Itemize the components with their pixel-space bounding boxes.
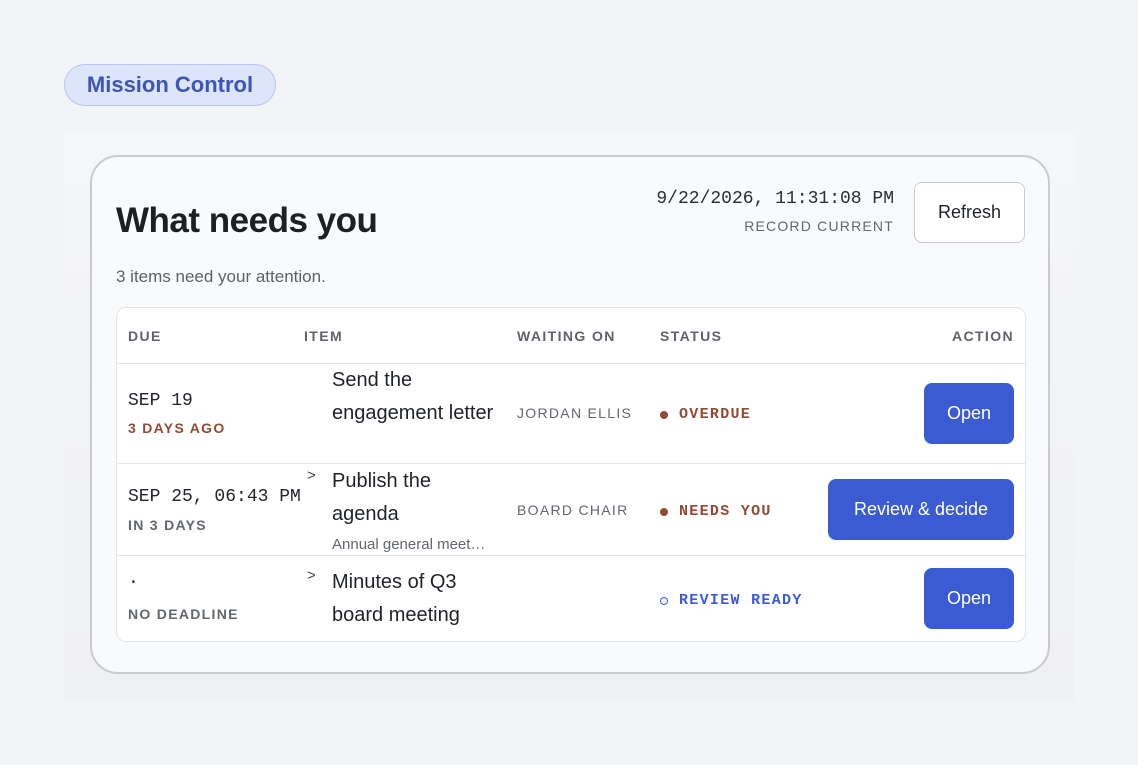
column-header-action: ACTION (951, 328, 1014, 344)
status-badge: REVIEW READY (660, 592, 803, 609)
item-title: Publish the agenda (332, 470, 431, 525)
item-subtitle: Annual general meet… (332, 536, 486, 553)
due-relative: NO DEADLINE (128, 606, 239, 622)
chevron-right-icon[interactable]: > (307, 567, 316, 584)
attention-table: DUE ITEM WAITING ON STATUS ACTION SEP 19… (116, 307, 1026, 642)
open-button[interactable]: Open (924, 383, 1014, 444)
record-status: RECORD CURRENT (744, 218, 894, 234)
refresh-button[interactable]: Refresh (914, 182, 1025, 243)
dot-icon (660, 410, 668, 419)
attention-card: What needs you 3 items need your attenti… (90, 155, 1050, 674)
due-relative: IN 3 DAYS (128, 517, 207, 533)
open-button[interactable]: Open (924, 568, 1014, 629)
status-badge: OVERDUE (660, 406, 751, 423)
status-label: NEEDS YOU (679, 503, 772, 520)
due-date: · (128, 573, 139, 593)
status-label: REVIEW READY (679, 592, 803, 609)
page-title: What needs you (116, 201, 378, 240)
table-row: > · NO DEADLINE Minutes of Q3 board meet… (117, 555, 1025, 641)
item-title: Send the engagement letter (332, 369, 494, 424)
item-title: Minutes of Q3 board meeting (332, 571, 460, 626)
table-row: SEP 19 3 DAYS AGO Send the engagement le… (117, 363, 1025, 463)
review-decide-button[interactable]: Review & decide (828, 479, 1014, 540)
column-header-item: ITEM (304, 328, 344, 344)
status-badge: NEEDS YOU (660, 503, 772, 520)
ring-icon (660, 596, 668, 605)
waiting-on: JORDAN ELLIS (517, 405, 633, 421)
chevron-right-icon[interactable]: > (307, 467, 316, 484)
due-date: SEP 19 (128, 391, 193, 411)
column-header-waiting-on: WAITING ON (517, 328, 616, 344)
dot-icon (660, 507, 668, 516)
due-date: SEP 25, 06:43 PM (128, 487, 301, 507)
waiting-on: BOARD CHAIR (517, 502, 629, 518)
timestamp: 9/22/2026, 11:31:08 PM (656, 189, 894, 209)
attention-summary: 3 items need your attention. (116, 267, 326, 286)
mission-control-badge: Mission Control (64, 64, 276, 106)
record-stamp: 9/22/2026, 11:31:08 PM RECORD CURRENT (656, 189, 894, 234)
column-header-status: STATUS (660, 328, 723, 344)
column-header-due: DUE (128, 328, 162, 344)
table-row: > SEP 25, 06:43 PM IN 3 DAYS Publish the… (117, 463, 1025, 555)
due-relative: 3 DAYS AGO (128, 420, 226, 436)
status-label: OVERDUE (679, 406, 752, 423)
